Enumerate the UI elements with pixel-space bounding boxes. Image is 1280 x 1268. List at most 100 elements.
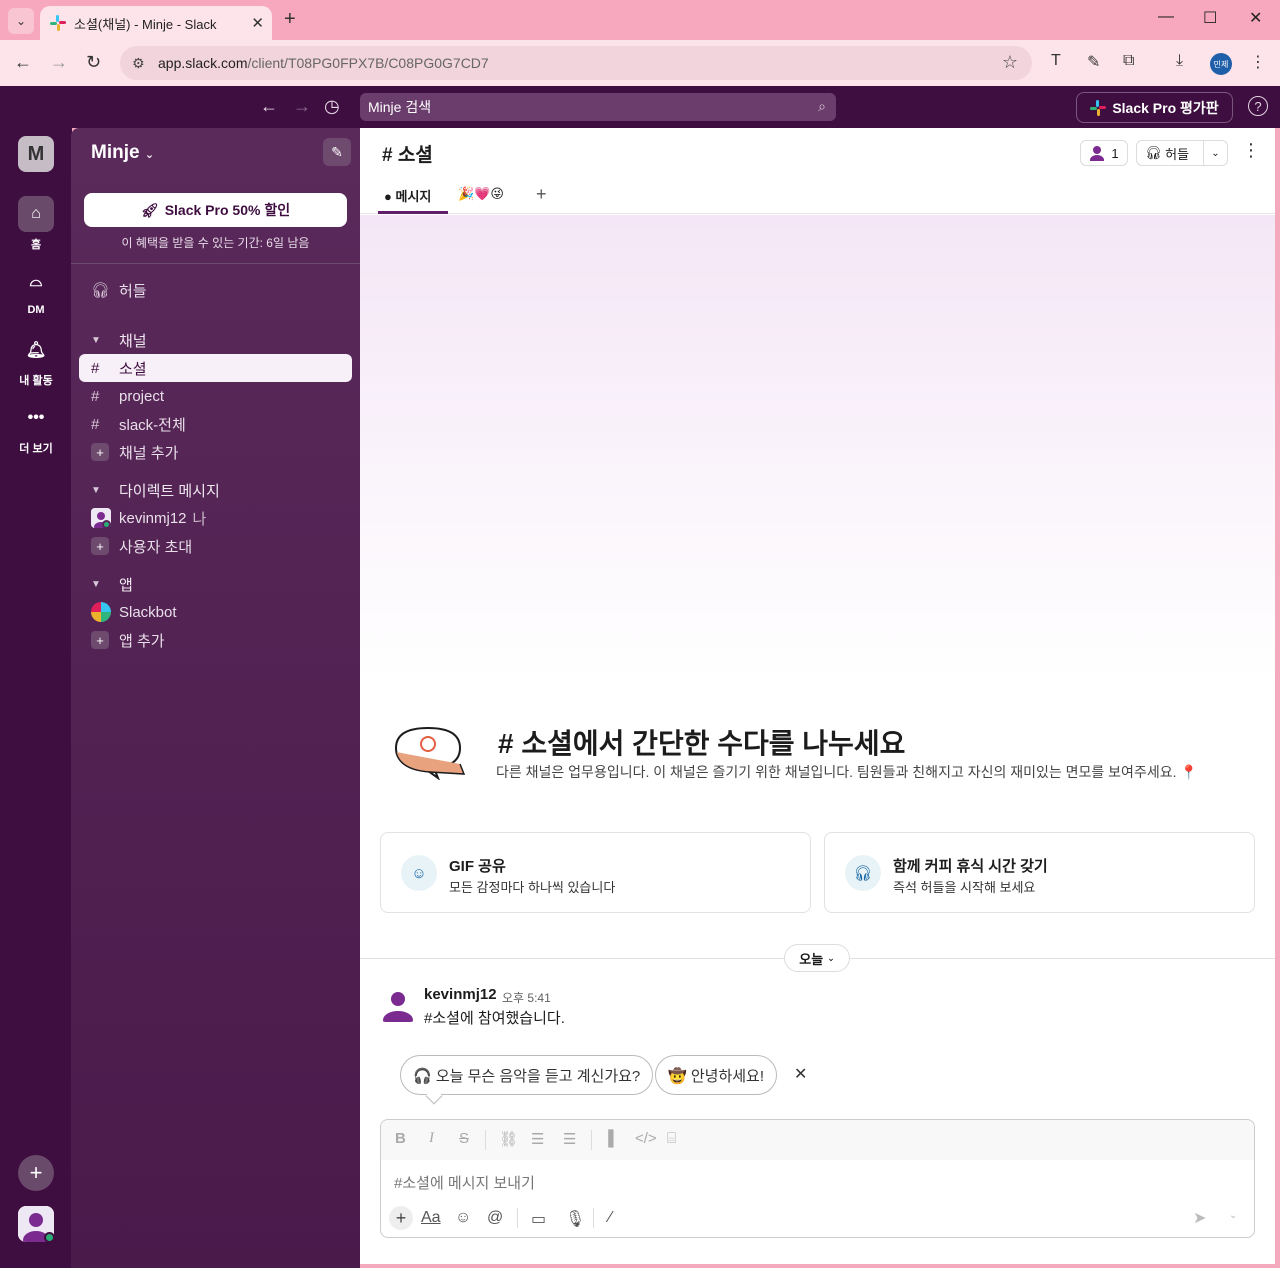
maximize-icon[interactable]: ☐ [1203, 8, 1217, 28]
add-app-button[interactable]: + 앱 추가 [79, 626, 352, 654]
message-avatar[interactable] [380, 986, 416, 1022]
members-button[interactable]: 1 [1080, 140, 1128, 166]
add-tab-button[interactable]: + [536, 184, 547, 205]
italic-icon[interactable]: I [429, 1130, 434, 1147]
emoji-icon[interactable]: ☺ [455, 1209, 471, 1227]
reload-icon[interactable]: ↻ [86, 52, 101, 73]
workspace-switcher[interactable]: M [18, 136, 54, 172]
sidebar-dm-self[interactable]: kevinmj12 나 [79, 504, 352, 532]
message-author[interactable]: kevinmj12 [424, 986, 497, 1003]
workspace-search-input[interactable]: Minje 검색 ⌕ [360, 93, 836, 121]
suggestion-music[interactable]: 🎧 오늘 무슨 음악을 듣고 계신가요? [400, 1055, 654, 1095]
mention-icon[interactable]: @ [487, 1209, 503, 1227]
rail-dm[interactable]: ⌓ DM [0, 264, 72, 316]
browser-menu-icon[interactable]: ⋮ [1250, 52, 1266, 72]
tab-emoji-canvas[interactable]: 🎉💗😜 [458, 186, 504, 202]
workspace-name-menu[interactable]: Minje ⌄ [91, 142, 154, 164]
chevron-down-icon[interactable]: ⌄ [1203, 141, 1227, 165]
link-icon[interactable]: ⛓ [499, 1130, 518, 1148]
shortcut-slash-icon[interactable]: ⁄ [609, 1209, 612, 1227]
hash-icon: # [91, 387, 100, 405]
section-channels[interactable]: ▼ 채널 [79, 326, 352, 354]
back-icon[interactable]: ← [14, 52, 32, 73]
attach-plus-icon[interactable]: + [389, 1206, 413, 1230]
code-block-icon[interactable]: ⌸ [667, 1130, 676, 1147]
coffee-break-card[interactable]: 🎧︎ 함께 커피 휴식 시간 갖기 즉석 허들을 시작해 보세요 [824, 832, 1255, 913]
channel-title[interactable]: # 소셜 [382, 140, 433, 167]
invite-people-button[interactable]: + 사용자 초대 [79, 532, 352, 560]
active-tab-indicator [378, 211, 448, 214]
sidebar-channel-all[interactable]: # slack-전체 [79, 410, 352, 438]
sidebar-channel-project[interactable]: # project [79, 382, 352, 410]
quote-icon[interactable]: ▐ [603, 1130, 614, 1147]
promo-subtext: 이 혜택을 받을 수 있는 기간: 6일 남음 [121, 236, 310, 250]
toolbar-divider [591, 1130, 592, 1150]
add-workspace-button[interactable]: + [18, 1155, 54, 1191]
close-window-icon[interactable]: ✕ [1249, 8, 1262, 28]
headphones-icon: 🎧︎ [845, 855, 881, 891]
video-icon[interactable]: ▭ [531, 1209, 546, 1229]
site-info-icon[interactable]: ⚙ [132, 55, 145, 72]
browser-profile-avatar[interactable]: 민제 [1210, 53, 1232, 75]
share-gif-card[interactable]: ☺ GIF 공유 모든 감정마다 하나씩 있습니다 [380, 832, 811, 913]
section-apps[interactable]: ▼ 앱 [79, 570, 352, 598]
caret-down-icon: ▼ [91, 578, 101, 590]
online-status-dot [44, 1232, 55, 1243]
add-channel-button[interactable]: + 채널 추가 [79, 438, 352, 466]
sidebar-channel-social[interactable]: # 소셜 [79, 354, 352, 382]
search-icon: ⌕ [818, 98, 826, 114]
pro-trial-button[interactable]: Slack Pro 평가판 [1076, 92, 1233, 123]
pro-discount-button[interactable]: 🚀︎ Slack Pro 50% 할인 [84, 193, 347, 227]
hash-icon: # [91, 415, 100, 433]
strikethrough-icon[interactable]: S [459, 1130, 469, 1147]
close-icon[interactable]: ✕ [794, 1064, 807, 1084]
history-forward-icon[interactable]: → [293, 96, 311, 117]
channel-main: # 소셜 1 🎧︎ 허들 ⌄ ⋮ ● 메시지 🎉💗😜 + # 소셜에서 간단한 … [360, 128, 1275, 1264]
rail-activity[interactable]: 🔔︎ 내 활동 [0, 332, 72, 388]
message-timestamp[interactable]: 오후 5:41 [502, 989, 551, 1006]
new-tab-button[interactable]: + [284, 8, 296, 31]
huddle-label: 허들 [1165, 146, 1190, 162]
bookmark-star-icon[interactable]: ☆ [1002, 52, 1018, 73]
section-direct-messages[interactable]: ▼ 다이렉트 메시지 [79, 476, 352, 504]
close-tab-icon[interactable]: ✕ [251, 14, 264, 32]
formatting-toggle-icon[interactable]: Aa [421, 1209, 441, 1227]
translate-ext-icon[interactable]: T [1051, 52, 1061, 70]
bold-icon[interactable]: B [395, 1130, 406, 1147]
channel-label: slack-전체 [119, 416, 186, 434]
url-field[interactable]: ⚙ app.slack.com/client/T08PG0FPX7B/C08PG… [120, 46, 1032, 80]
chevron-down-icon[interactable]: ⌄ [1229, 1210, 1237, 1221]
message-input[interactable]: #소셜에 메시지 보내기 [394, 1172, 535, 1193]
tab-search-button[interactable]: ⌄ [8, 8, 34, 34]
eyedropper-ext-icon[interactable]: ✎ [1087, 52, 1100, 72]
date-jump-button[interactable]: 오늘 ⌄ [784, 944, 850, 972]
forward-icon[interactable]: → [50, 52, 68, 73]
history-back-icon[interactable]: ← [260, 96, 278, 117]
tab-messages[interactable]: ● 메시지 [384, 186, 431, 205]
bullet-list-icon[interactable]: ☰ [563, 1130, 576, 1148]
section-channels-label: 채널 [119, 332, 147, 350]
help-icon[interactable]: ? [1248, 96, 1268, 116]
compose-icon[interactable]: ✎ [323, 138, 351, 166]
rail-more[interactable]: ••• 더 보기 [0, 400, 72, 456]
extensions-puzzle-icon[interactable]: ⧉ [1123, 52, 1134, 70]
microphone-icon[interactable]: 🎙︎ [565, 1209, 585, 1229]
huddle-button[interactable]: 🎧︎ 허들 ⌄ [1136, 140, 1228, 166]
browser-tab-active[interactable]: 소셜(채널) - Minje - Slack ✕ [40, 6, 272, 40]
rail-home[interactable]: ⌂ 홈 [0, 196, 72, 252]
plus-icon: + [91, 631, 109, 649]
ordered-list-icon[interactable]: ☰ [531, 1130, 544, 1148]
send-icon[interactable]: ➤ [1193, 1208, 1206, 1228]
history-clock-icon[interactable]: ◷ [324, 96, 340, 117]
sidebar-app-slackbot[interactable]: Slackbot [79, 598, 352, 626]
channel-menu-icon[interactable]: ⋮ [1242, 140, 1260, 161]
download-icon[interactable]: ⤓ [1176, 52, 1183, 70]
code-icon[interactable]: </> [635, 1130, 657, 1147]
pin-icon: 📍 [1180, 764, 1198, 780]
channel-label: 소셜 [119, 360, 147, 378]
suggestion-hello[interactable]: 🤠 안녕하세요! [655, 1055, 778, 1095]
minimize-icon[interactable]: — [1158, 8, 1174, 26]
card-title: 함께 커피 휴식 시간 갖기 [893, 858, 1048, 875]
speech-bubble-illustration [394, 726, 466, 780]
sidebar-item-huddles[interactable]: 🎧︎ 허들 [79, 276, 352, 304]
